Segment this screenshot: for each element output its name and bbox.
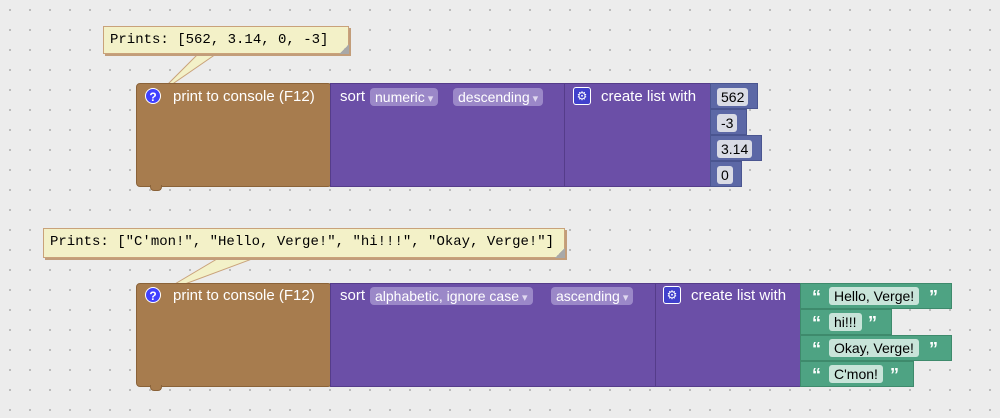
- open-quote-icon: “: [812, 339, 821, 359]
- close-quote-icon: ”: [868, 313, 877, 333]
- sort-order-value: ascending: [556, 288, 620, 304]
- number-field[interactable]: -3: [717, 114, 738, 132]
- chevron-down-icon: ▾: [532, 93, 539, 105]
- gear-icon[interactable]: ⚙: [663, 286, 681, 304]
- help-icon[interactable]: ?: [145, 287, 161, 303]
- number-field[interactable]: 0: [717, 166, 733, 184]
- create-list-label: create list with: [691, 287, 787, 304]
- print-label: print to console (F12): [173, 287, 315, 304]
- open-quote-icon: “: [812, 365, 821, 385]
- text-field[interactable]: hi!!!: [829, 313, 862, 331]
- sort-order-dropdown[interactable]: descending ▾: [453, 88, 544, 106]
- text-field[interactable]: Okay, Verge!: [829, 339, 919, 357]
- chevron-down-icon: ▾: [427, 93, 434, 105]
- tooltip-text: Prints: ["C'mon!", "Hello, Verge!", "hi!…: [50, 234, 555, 250]
- close-quote-icon: ”: [929, 339, 938, 359]
- open-quote-icon: “: [812, 287, 821, 307]
- close-quote-icon: ”: [890, 365, 899, 385]
- tooltip-block2: Prints: ["C'mon!", "Hello, Verge!", "hi!…: [43, 228, 565, 258]
- sort-label: sort: [340, 88, 366, 105]
- chevron-down-icon: ▾: [622, 292, 629, 304]
- number-field[interactable]: 562: [717, 88, 749, 106]
- sort-order-dropdown[interactable]: ascending ▾: [551, 287, 634, 305]
- close-quote-icon: ”: [929, 287, 938, 307]
- sort-type-value: numeric: [375, 89, 425, 105]
- block-notch: [150, 385, 162, 391]
- sort-order-value: descending: [458, 89, 530, 105]
- open-quote-icon: “: [812, 313, 821, 333]
- chevron-down-icon: ▾: [522, 292, 528, 304]
- print-label: print to console (F12): [173, 88, 315, 105]
- gear-icon[interactable]: ⚙: [573, 87, 591, 105]
- text-field[interactable]: C'mon!: [829, 365, 883, 383]
- number-field[interactable]: 3.14: [717, 140, 753, 158]
- sort-label: sort: [340, 287, 366, 304]
- sort-type-value: alphabetic, ignore case: [375, 288, 519, 304]
- sort-type-dropdown[interactable]: alphabetic, ignore case ▾: [370, 287, 533, 305]
- tooltip-block1: Prints: [562, 3.14, 0, -3]: [103, 26, 349, 54]
- create-list-label: create list with: [601, 88, 697, 105]
- block-notch: [150, 185, 162, 191]
- text-field[interactable]: Hello, Verge!: [829, 287, 920, 305]
- tooltip-text: Prints: [562, 3.14, 0, -3]: [110, 32, 329, 48]
- sort-type-dropdown[interactable]: numeric ▾: [370, 88, 439, 106]
- help-icon[interactable]: ?: [145, 88, 161, 104]
